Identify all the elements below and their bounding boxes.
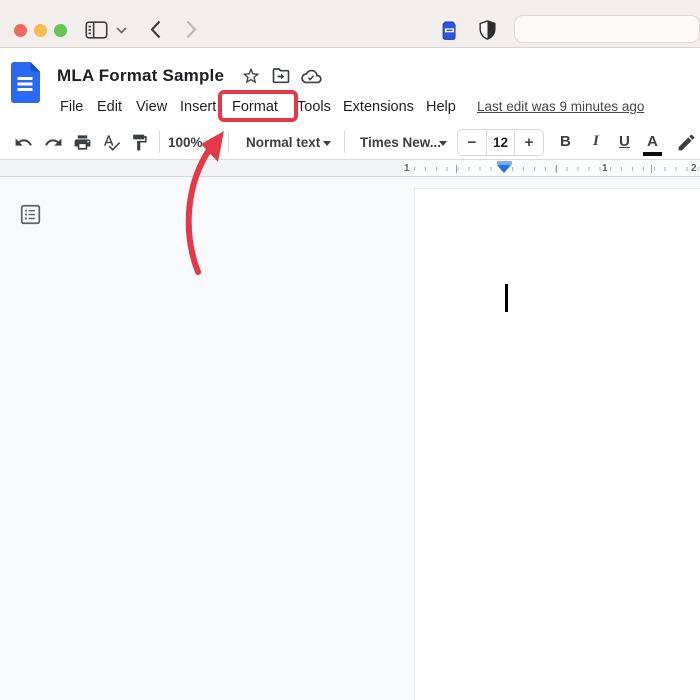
- font-family-select[interactable]: Times New...: [360, 135, 441, 150]
- address-bar[interactable]: [514, 15, 700, 43]
- extension-icon[interactable]: [441, 20, 458, 41]
- ruler-major-tick: [556, 165, 557, 173]
- redo-icon[interactable]: [44, 133, 63, 152]
- sidebar-toggle-icon[interactable]: [85, 21, 108, 39]
- back-button[interactable]: [150, 20, 161, 39]
- toolbar-separator: [228, 131, 229, 153]
- spellcheck-icon[interactable]: [102, 133, 121, 152]
- left-indent-marker[interactable]: [497, 165, 511, 173]
- undo-icon[interactable]: [14, 133, 33, 152]
- menu-edit[interactable]: Edit: [97, 97, 122, 117]
- menu-file[interactable]: File: [60, 97, 83, 117]
- underline-button[interactable]: U: [619, 133, 630, 150]
- ruler-major-tick: [456, 165, 457, 173]
- menu-format[interactable]: Format: [232, 97, 278, 117]
- toolbar-separator: [344, 131, 345, 153]
- ruler-margin-shade: [0, 160, 403, 176]
- menu-insert[interactable]: Insert: [180, 97, 216, 117]
- privacy-shield-icon[interactable]: [478, 19, 497, 41]
- paint-format-icon[interactable]: [130, 133, 149, 152]
- menu-view[interactable]: View: [136, 97, 167, 117]
- browser-title-bar: [0, 0, 700, 48]
- bold-button[interactable]: B: [560, 133, 571, 150]
- docs-toolbar: 100% Normal text Times New... − 12 + B I…: [0, 125, 700, 159]
- ruler-label: 1: [602, 163, 608, 174]
- document-page[interactable]: [414, 188, 700, 700]
- ruler: 1 1 2: [0, 159, 700, 177]
- increase-font-size-button[interactable]: +: [515, 134, 543, 151]
- ruler-major-tick: [651, 165, 652, 173]
- italic-button[interactable]: I: [593, 133, 599, 150]
- toolbar-separator: [159, 131, 160, 153]
- sidebar-chevron-down-icon[interactable]: [116, 27, 127, 34]
- paragraph-style-select[interactable]: Normal text: [246, 135, 320, 150]
- text-color-button[interactable]: A: [647, 133, 658, 150]
- ruler-label: 1: [404, 163, 410, 174]
- last-edit-status[interactable]: Last edit was 9 minutes ago: [477, 99, 644, 114]
- google-docs-logo-icon[interactable]: [10, 62, 40, 103]
- document-title[interactable]: MLA Format Sample: [57, 66, 224, 86]
- cloud-saved-icon[interactable]: [301, 68, 322, 85]
- forward-button[interactable]: [186, 20, 197, 39]
- chevron-down-icon[interactable]: [323, 141, 331, 146]
- star-icon[interactable]: [241, 66, 261, 86]
- move-folder-icon[interactable]: [271, 68, 291, 85]
- zoom-window-button[interactable]: [54, 24, 67, 37]
- text-color-swatch: [643, 152, 662, 156]
- font-size-control: − 12 +: [457, 129, 544, 156]
- chevron-down-icon[interactable]: [439, 141, 447, 146]
- print-icon[interactable]: [73, 133, 92, 152]
- close-window-button[interactable]: [14, 24, 27, 37]
- ruler-label: 2: [691, 163, 697, 174]
- highlighter-pen-icon[interactable]: [676, 132, 697, 153]
- zoom-select[interactable]: 100%: [168, 135, 203, 150]
- document-outline-icon[interactable]: [20, 204, 41, 225]
- font-size-input[interactable]: 12: [486, 130, 515, 155]
- docs-header: MLA Format Sample File Edit View Insert …: [0, 49, 700, 125]
- decrease-font-size-button[interactable]: −: [458, 134, 486, 151]
- text-cursor: [505, 284, 508, 312]
- menu-help[interactable]: Help: [426, 97, 456, 117]
- menu-tools[interactable]: Tools: [297, 97, 331, 117]
- menu-extensions[interactable]: Extensions: [343, 97, 414, 117]
- minimize-window-button[interactable]: [34, 24, 47, 37]
- editor-area: [0, 177, 700, 700]
